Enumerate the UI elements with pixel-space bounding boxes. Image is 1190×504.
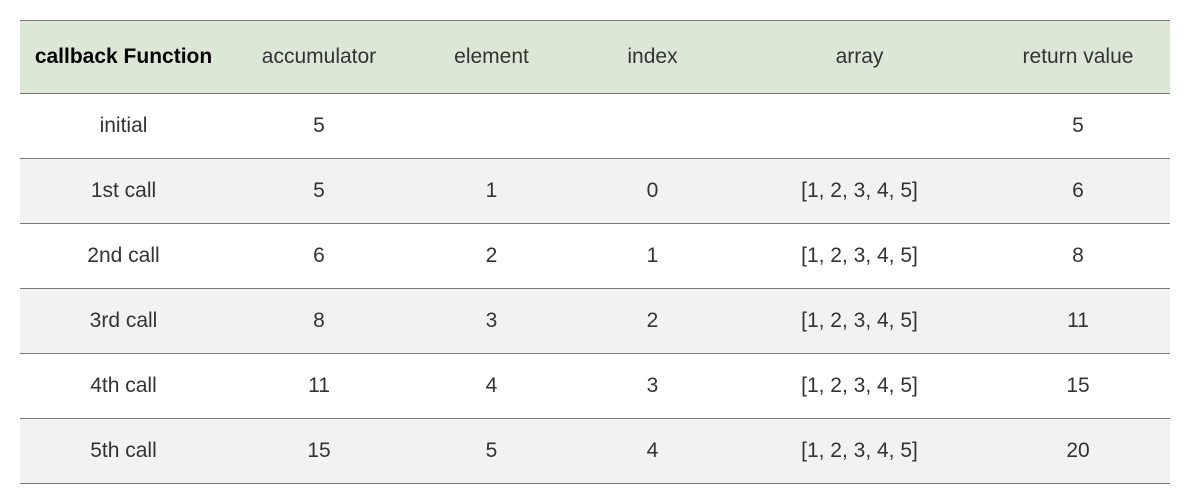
cell-return: 15 — [986, 354, 1170, 419]
cell-index: 1 — [572, 224, 733, 289]
cell-index: 4 — [572, 419, 733, 484]
cell-accumulator: 6 — [227, 224, 411, 289]
cell-index: 2 — [572, 289, 733, 354]
cell-call: 3rd call — [20, 289, 227, 354]
table-row: 4th call 11 4 3 [1, 2, 3, 4, 5] 15 — [20, 354, 1170, 419]
cell-call: initial — [20, 94, 227, 159]
header-array: array — [733, 21, 986, 94]
cell-element: 3 — [411, 289, 572, 354]
cell-return: 5 — [986, 94, 1170, 159]
reduce-trace-table: callback Function accumulator element in… — [20, 20, 1170, 484]
cell-accumulator: 5 — [227, 159, 411, 224]
cell-array: [1, 2, 3, 4, 5] — [733, 159, 986, 224]
cell-element — [411, 94, 572, 159]
cell-index: 0 — [572, 159, 733, 224]
table-row: 2nd call 6 2 1 [1, 2, 3, 4, 5] 8 — [20, 224, 1170, 289]
header-return-value: return value — [986, 21, 1170, 94]
cell-call: 4th call — [20, 354, 227, 419]
table-row: 5th call 15 5 4 [1, 2, 3, 4, 5] 20 — [20, 419, 1170, 484]
cell-accumulator: 11 — [227, 354, 411, 419]
header-accumulator: accumulator — [227, 21, 411, 94]
cell-call: 2nd call — [20, 224, 227, 289]
cell-return: 6 — [986, 159, 1170, 224]
cell-index — [572, 94, 733, 159]
cell-accumulator: 15 — [227, 419, 411, 484]
cell-array: [1, 2, 3, 4, 5] — [733, 419, 986, 484]
cell-accumulator: 8 — [227, 289, 411, 354]
cell-element: 5 — [411, 419, 572, 484]
cell-array: [1, 2, 3, 4, 5] — [733, 289, 986, 354]
header-callback-function: callback Function — [20, 21, 227, 94]
cell-return: 11 — [986, 289, 1170, 354]
table-header: callback Function accumulator element in… — [20, 21, 1170, 94]
header-index: index — [572, 21, 733, 94]
header-row: callback Function accumulator element in… — [20, 21, 1170, 94]
cell-array — [733, 94, 986, 159]
cell-return: 8 — [986, 224, 1170, 289]
cell-accumulator: 5 — [227, 94, 411, 159]
table-row: 1st call 5 1 0 [1, 2, 3, 4, 5] 6 — [20, 159, 1170, 224]
cell-call: 1st call — [20, 159, 227, 224]
cell-array: [1, 2, 3, 4, 5] — [733, 224, 986, 289]
table-body: initial 5 5 1st call 5 1 0 [1, 2, 3, 4, … — [20, 94, 1170, 484]
cell-element: 4 — [411, 354, 572, 419]
cell-call: 5th call — [20, 419, 227, 484]
cell-array: [1, 2, 3, 4, 5] — [733, 354, 986, 419]
table-row: initial 5 5 — [20, 94, 1170, 159]
cell-return: 20 — [986, 419, 1170, 484]
cell-element: 2 — [411, 224, 572, 289]
table-row: 3rd call 8 3 2 [1, 2, 3, 4, 5] 11 — [20, 289, 1170, 354]
cell-element: 1 — [411, 159, 572, 224]
header-element: element — [411, 21, 572, 94]
callback-table: callback Function accumulator element in… — [20, 20, 1170, 484]
cell-index: 3 — [572, 354, 733, 419]
